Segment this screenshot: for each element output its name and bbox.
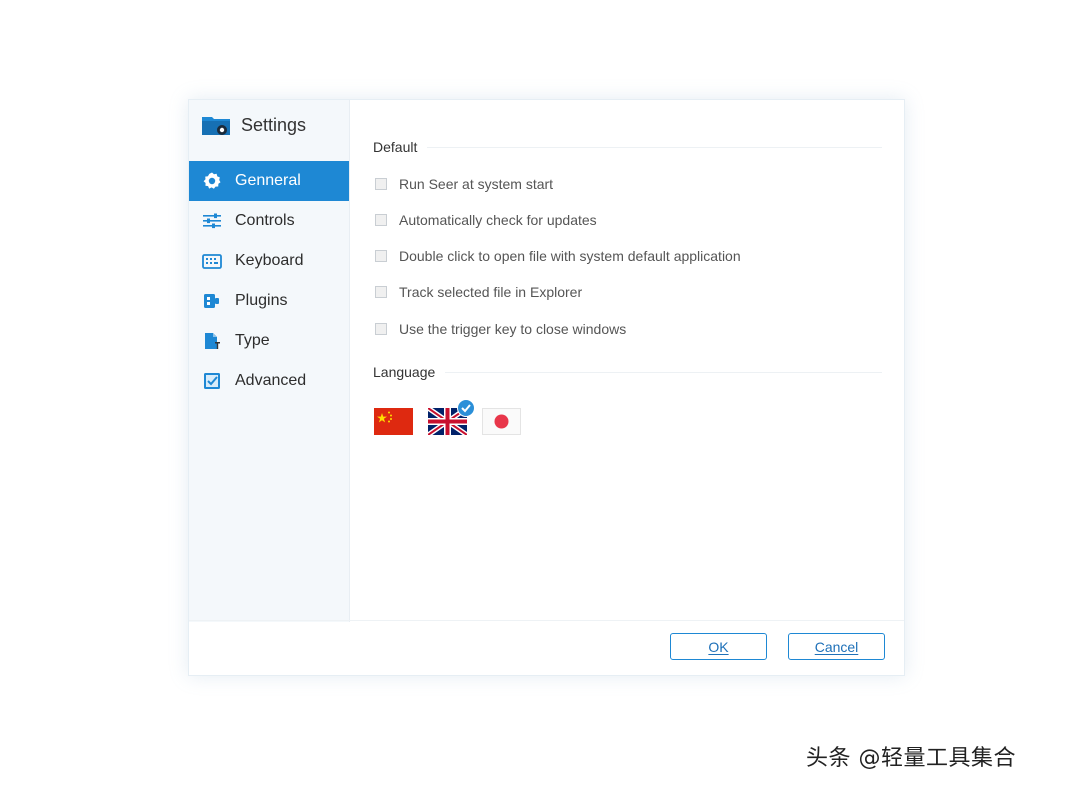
checkbox[interactable] — [375, 286, 387, 298]
section-divider — [445, 371, 882, 373]
checkbox-icon — [202, 371, 222, 391]
selected-check-icon — [457, 399, 475, 417]
sidebar-item-general[interactable]: Genneral — [189, 161, 349, 201]
watermark-text: 头条 @轻量工具集合 — [806, 746, 1016, 771]
option-double-click-open[interactable]: Double click to open file with system de… — [375, 248, 741, 264]
sidebar-item-label: Controls — [235, 212, 295, 229]
section-divider — [427, 146, 882, 148]
dialog-footer: OK Cancel — [189, 620, 904, 675]
sidebar-item-label: Advanced — [235, 372, 307, 389]
sidebar-item-label: Genneral — [235, 172, 301, 189]
option-label: Track selected file in Explorer — [399, 284, 583, 300]
gear-icon — [202, 171, 222, 191]
sidebar-item-keyboard[interactable]: Keyboard — [189, 241, 349, 281]
section-title: Language — [373, 364, 436, 380]
china-flag-icon[interactable] — [374, 408, 413, 435]
japan-flag-icon[interactable] — [482, 408, 521, 435]
settings-content: Default Run Seer at system start Automat… — [373, 100, 882, 620]
sidebar-nav: Genneral Controls Keyboard Plugins Type … — [189, 161, 349, 401]
checkbox[interactable] — [375, 214, 387, 226]
section-title: Default — [373, 139, 418, 155]
option-label: Automatically check for updates — [399, 212, 597, 228]
plugin-icon — [202, 291, 222, 311]
option-check-updates[interactable]: Automatically check for updates — [375, 212, 597, 228]
checkbox[interactable] — [375, 250, 387, 262]
folder-eye-icon — [201, 113, 231, 137]
option-trigger-key-close[interactable]: Use the trigger key to close windows — [375, 321, 626, 337]
option-label: Use the trigger key to close windows — [399, 321, 627, 337]
option-run-at-start[interactable]: Run Seer at system start — [375, 176, 553, 192]
sidebar-item-plugins[interactable]: Plugins — [189, 281, 349, 321]
sidebar-item-label: Type — [235, 332, 270, 349]
sidebar-item-controls[interactable]: Controls — [189, 201, 349, 241]
settings-window: Settings Genneral Controls Keyboard Plug… — [188, 99, 905, 676]
checkbox[interactable] — [375, 178, 387, 190]
cancel-button[interactable]: Cancel — [788, 633, 885, 660]
sliders-icon — [202, 211, 222, 231]
option-label: Run Seer at system start — [399, 176, 554, 192]
section-default: Default — [373, 139, 882, 155]
file-type-icon — [202, 331, 222, 351]
sidebar-item-type[interactable]: Type — [189, 321, 349, 361]
app-brand: Settings — [201, 110, 306, 140]
sidebar-item-label: Keyboard — [235, 252, 304, 269]
sidebar-item-label: Plugins — [235, 292, 288, 309]
checkbox[interactable] — [375, 323, 387, 335]
sidebar-item-advanced[interactable]: Advanced — [189, 361, 349, 401]
section-language: Language — [373, 364, 882, 380]
window-title: Settings — [241, 114, 307, 135]
ok-button[interactable]: OK — [670, 633, 767, 660]
uk-flag-icon[interactable] — [426, 399, 475, 438]
option-label: Double click to open file with system de… — [399, 248, 741, 264]
language-flags — [374, 399, 536, 438]
option-track-explorer[interactable]: Track selected file in Explorer — [375, 284, 582, 300]
keyboard-icon — [202, 251, 222, 271]
sidebar: Settings Genneral Controls Keyboard Plug… — [189, 100, 350, 622]
